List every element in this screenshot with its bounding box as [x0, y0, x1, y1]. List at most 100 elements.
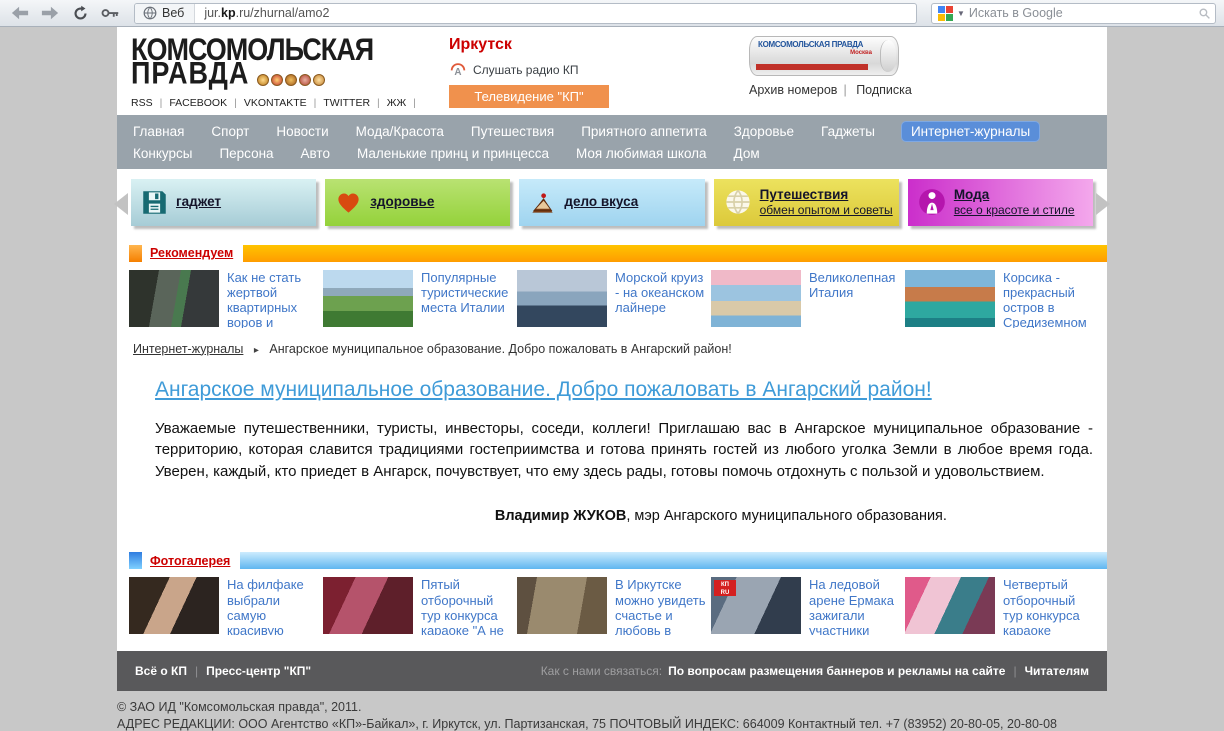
footer-link-chitatelyam[interactable]: Читателям	[1025, 664, 1089, 678]
gallery-item[interactable]: На филфаке выбрали самую красивую абитур…	[129, 577, 319, 635]
journal-subtitle[interactable]: обмен опытом и советы	[760, 203, 893, 217]
breadcrumb-root-link[interactable]: Интернет-журналы	[133, 342, 243, 356]
photo-thumbnail[interactable]	[905, 577, 995, 634]
recommend-item[interactable]: Морской круиз - на океанском лайнере	[517, 270, 707, 328]
journal-card-gadget[interactable]: гаджет	[131, 179, 316, 226]
journal-card-zdorovye[interactable]: здоровье	[325, 179, 510, 226]
nav-item-internet-zhurnaly[interactable]: Интернет-журналы	[902, 122, 1039, 141]
photo-link[interactable]: Пятый отборочный тур конкурса караоке "А…	[421, 577, 513, 635]
forward-button[interactable]	[38, 3, 62, 23]
article-body: Уважаемые путешественники, туристы, инве…	[117, 402, 1107, 483]
globe-icon	[724, 188, 752, 216]
journal-title[interactable]: здоровье	[370, 194, 434, 210]
reload-button[interactable]	[68, 3, 92, 23]
footer-link-press-centr[interactable]: Пресс-центр "КП"	[206, 664, 311, 678]
site-identity-chip[interactable]: Веб	[135, 4, 195, 23]
search-input[interactable]	[969, 6, 1198, 20]
gallery-item[interactable]: Пятый отборочный тур конкурса караоке "А…	[323, 577, 513, 635]
journal-title[interactable]: гаджет	[176, 194, 221, 210]
journal-title[interactable]: Путешествия	[760, 187, 893, 203]
recommend-item[interactable]: Корсика - прекрасный остров в Средиземно…	[905, 270, 1095, 328]
photo-link[interactable]: На ледовой арене Ермака зажигали участни…	[809, 577, 901, 635]
recommend-item[interactable]: Как не стать жертвой квартирных воров и	[129, 270, 319, 328]
svg-text:A: A	[454, 67, 461, 77]
nav-item-glavnaya[interactable]: Главная	[133, 124, 184, 139]
article-thumbnail[interactable]	[905, 270, 995, 327]
magnifier-icon[interactable]	[1198, 7, 1211, 20]
gallery-item[interactable]: КПRU На ледовой арене Ермака зажигали уч…	[711, 577, 901, 635]
article-thumbnail[interactable]	[711, 270, 801, 327]
recommend-link[interactable]: Рекомендуем	[150, 246, 233, 260]
article-thumbnail[interactable]	[129, 270, 219, 327]
photo-link[interactable]: Четвертый отборочный тур конкурса караок…	[1003, 577, 1095, 635]
url-text[interactable]: jur.kp.ru/zhurnal/amo2	[195, 6, 329, 20]
footer-link-vsyo-o-kp[interactable]: Всё о КП	[135, 664, 187, 678]
nav-item-zdorove[interactable]: Здоровье	[734, 124, 794, 139]
photo-thumbnail[interactable]	[129, 577, 219, 634]
subscribe-link[interactable]: Подписка	[856, 83, 912, 97]
nav-item-puteshestviya[interactable]: Путешествия	[471, 124, 554, 139]
google-icon[interactable]	[938, 6, 953, 21]
nav-item-dom[interactable]: Дом	[734, 146, 760, 161]
gallery-item[interactable]: В Иркутске можно увидеть счастье и любов…	[517, 577, 707, 635]
key-icon[interactable]	[98, 3, 122, 23]
logo-line2: ПРАВДА	[131, 58, 249, 89]
journal-title[interactable]: дело вкуса	[564, 194, 638, 210]
address-bar[interactable]: Веб jur.kp.ru/zhurnal/amo2	[134, 3, 917, 24]
archive-links: Архив номеров| Подписка	[749, 83, 912, 97]
main-navigation: Главная Спорт Новости Мода/Красота Путеш…	[117, 115, 1107, 169]
social-link-twitter[interactable]: TWITTER	[323, 97, 370, 109]
kp-logo[interactable]: КОМСОМОЛЬСКАЯ ПРАВДА RSS| FACEBOOK| VKON…	[131, 36, 431, 109]
article-link[interactable]: Великолепная Италия	[809, 270, 901, 328]
nav-item-konkursy[interactable]: Конкурсы	[133, 146, 192, 161]
recommend-item[interactable]: Великолепная Италия	[711, 270, 901, 328]
social-link-lj[interactable]: ЖЖ	[387, 97, 406, 109]
social-link-rss[interactable]: RSS	[131, 97, 153, 109]
nav-item-avto[interactable]: Авто	[301, 146, 330, 161]
photo-link[interactable]: На филфаке выбрали самую красивую абитур…	[227, 577, 319, 635]
article-link[interactable]: Корсика - прекрасный остров в Средиземно…	[1003, 270, 1095, 328]
nav-item-lyubimaya-shkola[interactable]: Моя любимая школа	[576, 146, 707, 161]
journal-card-moda[interactable]: Мода все о красоте и стиле	[908, 179, 1093, 226]
nav-item-gadzhety[interactable]: Гаджеты	[821, 124, 875, 139]
back-button[interactable]	[8, 3, 32, 23]
nav-item-persona[interactable]: Персона	[219, 146, 273, 161]
gallery-marker-icon	[129, 552, 142, 569]
radio-link[interactable]: A Слушать радио КП	[449, 62, 659, 77]
social-link-vkontakte[interactable]: VKONTAKTE	[244, 97, 307, 109]
journal-subtitle[interactable]: все о красоте и стиле	[954, 203, 1075, 217]
social-link-facebook[interactable]: FACEBOOK	[169, 97, 227, 109]
photo-thumbnail[interactable]: КПRU	[711, 577, 801, 634]
carousel-next-arrow[interactable]	[1096, 193, 1110, 215]
article-thumbnail[interactable]	[323, 270, 413, 327]
google-search-box[interactable]: ▼	[931, 3, 1216, 24]
journal-card-delo-vkusa[interactable]: дело вкуса	[519, 179, 704, 226]
nav-item-malenkie-princ[interactable]: Маленькие принц и принцесса	[357, 146, 549, 161]
recommend-item[interactable]: Популярные туристические места Италии	[323, 270, 513, 328]
gallery-link[interactable]: Фотогалерея	[150, 554, 230, 568]
footer-link-reklama[interactable]: По вопросам размещения баннеров и реклам…	[668, 664, 1005, 678]
article-link[interactable]: Морской круиз - на океанском лайнере	[615, 270, 707, 328]
tv-kp-button[interactable]: Телевидение "КП"	[449, 85, 609, 108]
gallery-bar-fill	[240, 552, 1107, 569]
nav-item-moda-krasota[interactable]: Мода/Красота	[356, 124, 444, 139]
journal-card-puteshestviya[interactable]: Путешествия обмен опытом и советы	[714, 179, 899, 226]
nav-item-novosti[interactable]: Новости	[276, 124, 328, 139]
article-link[interactable]: Как не стать жертвой квартирных воров и	[227, 270, 319, 328]
recommend-section-bar: Рекомендуем	[117, 245, 1107, 262]
nav-item-priyatnogo-appetita[interactable]: Приятного аппетита	[581, 124, 707, 139]
article-link[interactable]: Популярные туристические места Италии	[421, 270, 513, 328]
gallery-item[interactable]: Четвертый отборочный тур конкурса караок…	[905, 577, 1095, 635]
nav-item-sport[interactable]: Спорт	[211, 124, 249, 139]
photo-thumbnail[interactable]	[517, 577, 607, 634]
article-title-link[interactable]: Ангарское муниципальное образование. Доб…	[155, 378, 932, 401]
archive-link[interactable]: Архив номеров	[749, 83, 837, 97]
signature-name: Владимир ЖУКОВ	[495, 508, 626, 524]
journal-title[interactable]: Мода	[954, 187, 1075, 203]
newspaper-roll-image[interactable]: КОМСОМОЛЬСКАЯ ПРАВДА Москва	[749, 36, 899, 76]
carousel-prev-arrow[interactable]	[114, 193, 128, 215]
chevron-down-icon[interactable]: ▼	[957, 9, 965, 18]
article-thumbnail[interactable]	[517, 270, 607, 327]
photo-link[interactable]: В Иркутске можно увидеть счастье и любов…	[615, 577, 707, 635]
photo-thumbnail[interactable]	[323, 577, 413, 634]
